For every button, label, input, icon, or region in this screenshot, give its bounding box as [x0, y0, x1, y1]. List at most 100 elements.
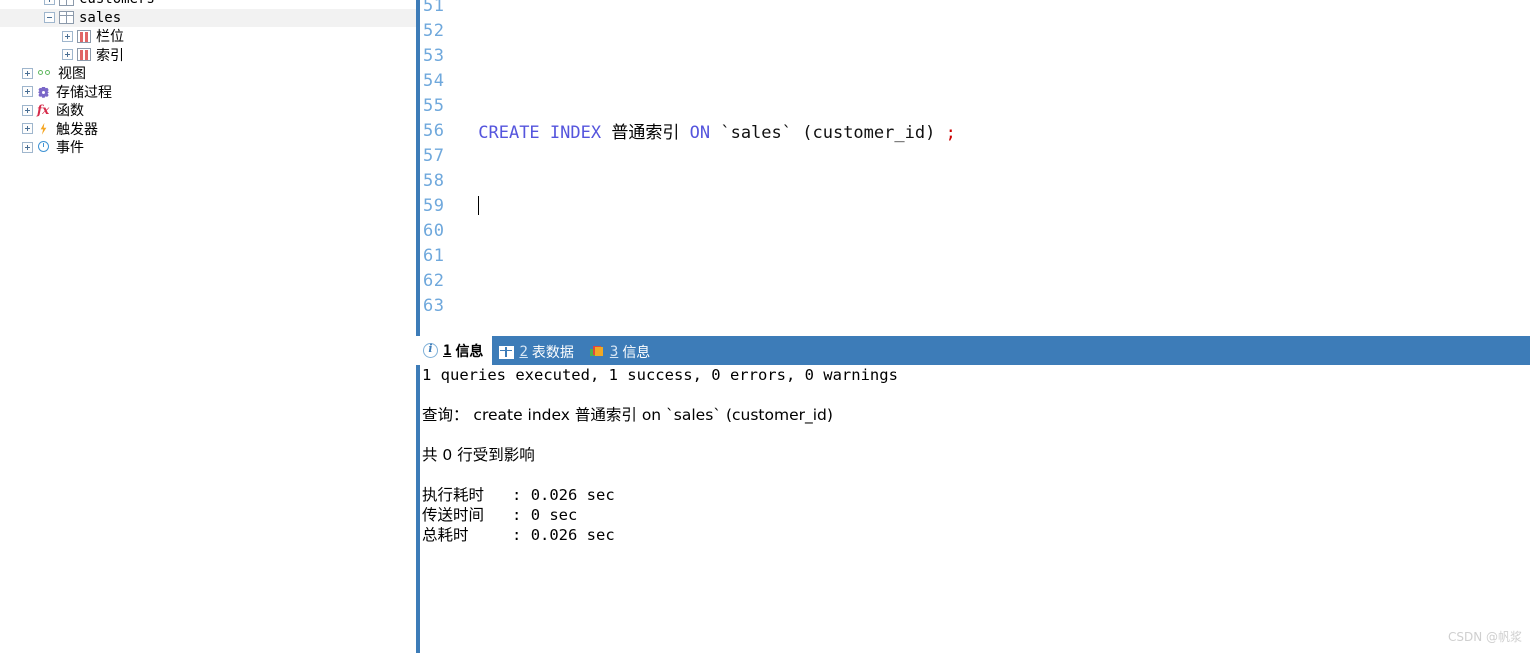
tab-number: 1: [443, 342, 452, 359]
tree-item-label: sales: [79, 9, 122, 26]
line-number: 61: [423, 245, 445, 266]
tree-item-label: 事件: [56, 140, 84, 157]
sql-keyword-index: INDEX: [549, 123, 602, 143]
line-number: 63: [423, 295, 445, 316]
editor-line: 51: [420, 0, 1530, 18]
line-number: 51: [423, 0, 445, 16]
timing-separator: :: [512, 506, 522, 524]
result-rows-affected: 共 0 行受到影响: [422, 446, 535, 464]
editor-line-statement: 56 CREATE INDEX 普通索引 ON `sales` (custome…: [420, 118, 1530, 144]
tab-number: 2: [519, 344, 528, 360]
tab-table-data-2[interactable]: 2 表数据: [492, 339, 582, 365]
tree-item-label: 索引: [96, 47, 124, 64]
editor-line: 55: [420, 93, 1530, 118]
tree-item-label: 视图: [58, 66, 86, 83]
tree-item-events[interactable]: 事件: [0, 138, 416, 157]
line-number: 57: [423, 145, 445, 166]
text-cursor: [478, 195, 480, 215]
tree-item-sales[interactable]: sales: [0, 8, 416, 27]
trigger-icon: [37, 122, 51, 136]
sql-keyword-on: ON: [689, 123, 711, 143]
sql-columns: (customer_id): [802, 123, 936, 143]
tree-item-customers[interactable]: customers: [0, 0, 416, 9]
result-query-echo: 查询： create index 普通索引 on `sales` (custom…: [422, 406, 833, 424]
editor-line-caret: 59: [420, 193, 1530, 218]
expander-plus-icon[interactable]: [44, 0, 55, 5]
tab-information-1[interactable]: 1 信息: [416, 336, 493, 365]
result-tab-bar[interactable]: 1 信息 2 表数据 3 信息: [416, 336, 1530, 365]
sql-index-name: 普通索引: [611, 123, 680, 143]
tab-information-3[interactable]: 3 信息: [583, 339, 659, 365]
line-number: 53: [423, 45, 445, 66]
line-number: 56: [423, 120, 445, 141]
expander-plus-icon[interactable]: [22, 123, 33, 135]
editor-line: 52: [420, 18, 1530, 43]
line-number: 58: [423, 170, 445, 191]
tree-item-functions[interactable]: fx 函数: [0, 101, 416, 120]
line-number: 52: [423, 20, 445, 41]
result-summary: 1 queries executed, 1 success, 0 errors,…: [422, 366, 898, 384]
timing-row-execution: 执行耗时 : 0.026 sec: [420, 485, 1530, 505]
editor-line: 53: [420, 43, 1530, 68]
sql-table-name: `sales`: [720, 123, 792, 143]
table-icon: [59, 11, 74, 25]
editor-line: 54: [420, 68, 1530, 93]
editor-line: 57: [420, 143, 1530, 168]
result-timing-block: 执行耗时 : 0.026 sec 传送时间 : 0 sec 总耗时 : 0.02…: [420, 485, 1530, 545]
tab-label: 表数据: [531, 345, 574, 361]
grid-icon: [499, 345, 515, 359]
editor-line: 63: [420, 293, 1530, 318]
tree-item-label: 函数: [56, 103, 84, 120]
object-tree-sidebar[interactable]: customers sales 栏位 索引 视图 存储过程 fx 函数 触发器: [0, 0, 416, 653]
editor-line: 60: [420, 218, 1530, 243]
line-number: 59: [423, 195, 445, 216]
tree-item-label: customers: [79, 0, 155, 7]
timing-label: 总耗时: [422, 526, 469, 544]
expander-plus-icon[interactable]: [22, 67, 33, 79]
line-number: 55: [423, 95, 445, 116]
view-icon: [37, 66, 53, 80]
line-number: 54: [423, 70, 445, 91]
tree-item-label: 存储过程: [56, 84, 112, 101]
tree-item-label: 栏位: [96, 29, 124, 46]
timing-label: 传送时间: [422, 506, 485, 524]
gear-icon: [37, 85, 51, 99]
watermark: CSDN @帆浆: [1447, 630, 1522, 644]
timing-label: 执行耗时: [422, 486, 485, 504]
sql-editor[interactable]: 51 52 53 54 55 56 CREATE INDEX 普通索引 ON `…: [416, 0, 1530, 336]
line-content[interactable]: CREATE INDEX 普通索引 ON `sales` (customer_i…: [468, 118, 1530, 143]
tree-item-triggers[interactable]: 触发器: [0, 120, 416, 139]
timing-value: 0.026 sec: [530, 526, 615, 544]
expander-minus-icon[interactable]: [44, 12, 55, 24]
columns-icon: [77, 29, 91, 43]
blocks-icon: [589, 345, 605, 360]
function-icon: fx: [37, 103, 50, 118]
tab-label: 信息: [622, 345, 651, 361]
result-output-panel[interactable]: 1 queries executed, 1 success, 0 errors,…: [416, 365, 1530, 653]
sql-terminator: ;: [945, 123, 956, 143]
tab-label: 信息: [455, 343, 484, 360]
event-icon: [37, 140, 51, 154]
expander-plus-icon[interactable]: [22, 104, 33, 116]
editor-line: 62: [420, 268, 1530, 293]
expander-plus-icon[interactable]: [62, 30, 73, 42]
info-icon: [423, 342, 438, 358]
expander-plus-icon[interactable]: [22, 86, 33, 98]
timing-row-transfer: 传送时间 : 0 sec: [420, 505, 1530, 525]
tree-item-indexes[interactable]: 索引: [0, 46, 416, 65]
line-number: 60: [423, 220, 445, 241]
timing-separator: :: [512, 526, 522, 544]
timing-separator: :: [512, 486, 522, 504]
editor-line: 58: [420, 168, 1530, 193]
expander-plus-icon[interactable]: [62, 49, 73, 61]
tree-item-views[interactable]: 视图: [0, 64, 416, 83]
tree-item-procedures[interactable]: 存储过程: [0, 83, 416, 102]
tree-item-fields[interactable]: 栏位: [0, 27, 416, 46]
line-content[interactable]: [468, 195, 1530, 216]
expander-plus-icon[interactable]: [22, 141, 33, 153]
sql-keyword-create: CREATE: [478, 123, 540, 143]
timing-value: 0.026 sec: [530, 486, 615, 504]
table-icon: [59, 0, 74, 6]
